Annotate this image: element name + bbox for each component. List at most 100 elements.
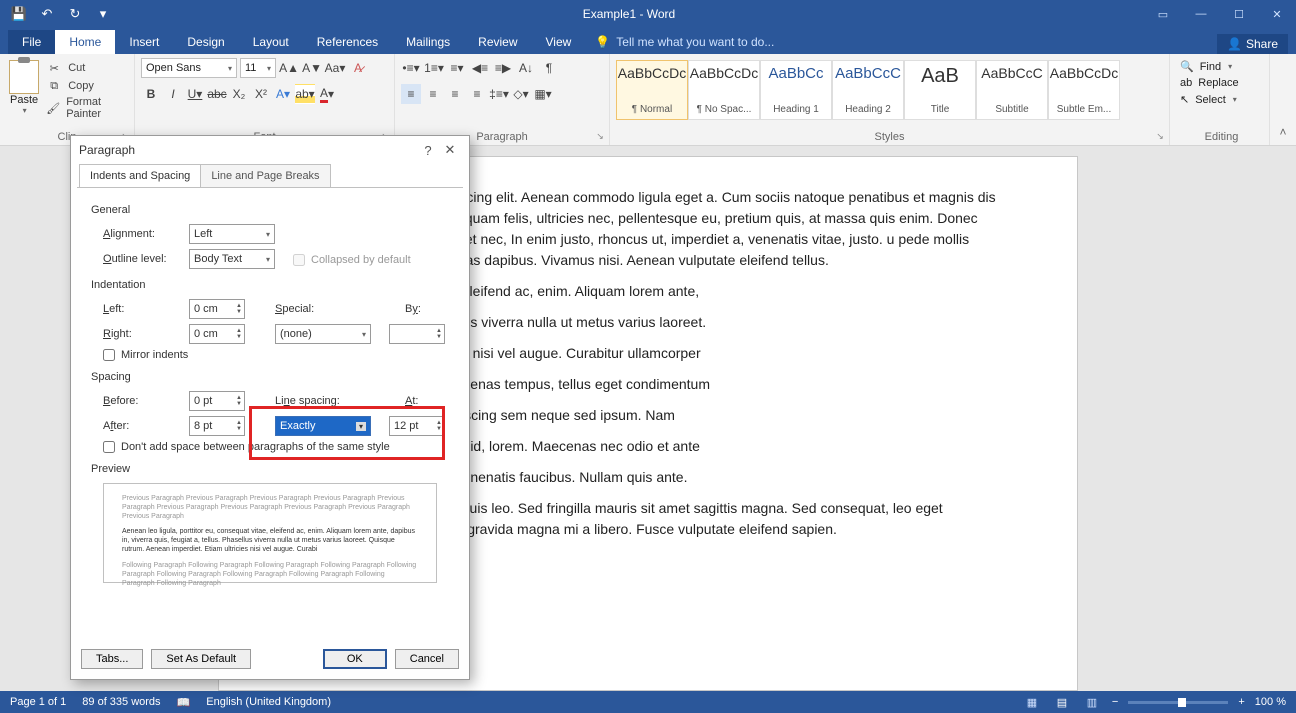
special-combo[interactable]: (none)▾ [275,324,371,344]
tab-mailings[interactable]: Mailings [392,30,464,54]
style-card[interactable]: AaBTitle [904,60,976,120]
superscript-button[interactable]: X² [251,84,271,104]
replace-button[interactable]: abReplace [1180,75,1263,91]
outline-combo[interactable]: Body Text▾ [189,249,275,269]
clear-formatting-icon[interactable]: A̷ [348,58,368,78]
ok-button[interactable]: OK [323,649,387,669]
tab-review[interactable]: Review [464,30,531,54]
bullets-icon[interactable]: •≡▾ [401,58,421,78]
line-spacing-icon[interactable]: ‡≡▾ [489,84,509,104]
tab-design[interactable]: Design [173,30,238,54]
font-size-combo[interactable]: 11▾ [240,58,276,78]
close-icon[interactable]: ✕ [1258,0,1296,28]
dialog-launcher-icon[interactable]: ↘ [1154,130,1166,142]
paste-button[interactable]: Paste ▾ [6,58,42,126]
increase-indent-icon[interactable]: ≡▶ [493,58,513,78]
show-marks-icon[interactable]: ¶ [539,58,559,78]
undo-icon[interactable]: ↶ [36,3,58,25]
language-indicator[interactable]: English (United Kingdom) [206,696,331,708]
after-value: 8 pt [194,420,212,432]
tell-me-search[interactable]: 💡 Tell me what you want to do... [585,30,784,54]
copy-button[interactable]: ⧉Copy [46,78,128,94]
borders-icon[interactable]: ▦▾ [533,84,553,104]
find-button[interactable]: 🔍Find▾ [1180,58,1263,75]
zoom-level[interactable]: 100 % [1255,696,1286,708]
word-count[interactable]: 89 of 335 words [82,696,160,708]
dialog-launcher-icon[interactable]: ↘ [594,130,606,142]
redo-icon[interactable]: ↻ [64,3,86,25]
style-card[interactable]: AaBbCcDcSubtle Em... [1048,60,1120,120]
indent-right-spinner[interactable]: 0 cm▲▼ [189,324,245,344]
web-layout-icon[interactable]: ▥ [1082,694,1102,710]
bold-button[interactable]: B [141,84,161,104]
sort-icon[interactable]: A↓ [516,58,536,78]
grow-font-icon[interactable]: A▲ [279,58,299,78]
tab-line-page-breaks[interactable]: Line and Page Breaks [200,164,330,188]
italic-button[interactable]: I [163,84,183,104]
maximize-icon[interactable]: ☐ [1220,0,1258,28]
zoom-in-icon[interactable]: + [1238,696,1244,708]
tab-home[interactable]: Home [55,30,115,54]
highlight-icon[interactable]: ab▾ [295,84,315,104]
tab-insert[interactable]: Insert [115,30,173,54]
tab-layout[interactable]: Layout [239,30,303,54]
format-painter-button[interactable]: 🖌Format Painter [46,96,128,120]
before-spinner[interactable]: 0 pt▲▼ [189,391,245,411]
align-left-icon[interactable]: ≡ [401,84,421,104]
set-default-button[interactable]: Set As Default [151,649,251,669]
align-right-icon[interactable]: ≡ [445,84,465,104]
close-icon[interactable]: ✕ [439,142,461,158]
at-spinner[interactable]: 12 pt▲▼ [389,416,445,436]
tab-view[interactable]: View [532,30,586,54]
help-icon[interactable]: ? [417,143,439,158]
shrink-font-icon[interactable]: A▼ [302,58,322,78]
style-card[interactable]: AaBbCcCHeading 2 [832,60,904,120]
tab-indents-spacing[interactable]: Indents and Spacing [79,164,201,188]
tabs-button[interactable]: Tabs... [81,649,143,669]
collapse-ribbon-icon[interactable]: ˄ [1270,54,1296,145]
style-card[interactable]: AaBbCcCSubtitle [976,60,1048,120]
page-indicator[interactable]: Page 1 of 1 [10,696,66,708]
alignment-combo[interactable]: Left▾ [189,224,275,244]
font-name-combo[interactable]: Open Sans▾ [141,58,237,78]
indent-left-spinner[interactable]: 0 cm▲▼ [189,299,245,319]
proofing-icon[interactable]: 📖 [177,696,191,709]
change-case-icon[interactable]: Aa▾ [325,58,345,78]
tab-references[interactable]: References [303,30,392,54]
font-color-icon[interactable]: A▾ [317,84,337,104]
strikethrough-button[interactable]: abc [207,84,227,104]
zoom-slider[interactable] [1128,701,1228,704]
by-spinner[interactable]: ▲▼ [389,324,445,344]
underline-button[interactable]: U▾ [185,84,205,104]
zoom-out-icon[interactable]: − [1112,696,1118,708]
at-value: 12 pt [394,420,418,432]
mirror-indents-checkbox[interactable] [103,349,115,361]
qat-customize-icon[interactable]: ▾ [92,3,114,25]
numbering-icon[interactable]: 1≡▾ [424,58,444,78]
tab-file[interactable]: File [8,30,55,54]
after-spinner[interactable]: 8 pt▲▼ [189,416,245,436]
minimize-icon[interactable]: — [1182,0,1220,28]
print-layout-icon[interactable]: ▤ [1052,694,1072,710]
style-card[interactable]: AaBbCcHeading 1 [760,60,832,120]
multilevel-icon[interactable]: ≡▾ [447,58,467,78]
save-icon[interactable]: 💾 [8,3,30,25]
share-button[interactable]: 👤 Share [1217,34,1288,54]
decrease-indent-icon[interactable]: ◀≡ [470,58,490,78]
read-mode-icon[interactable]: ▦ [1022,694,1042,710]
style-card[interactable]: AaBbCcDc¶ No Spac... [688,60,760,120]
select-button[interactable]: ↖Select▾ [1180,91,1263,108]
line-spacing-combo[interactable]: Exactly▾ [275,416,371,436]
cancel-button[interactable]: Cancel [395,649,459,669]
text-effects-icon[interactable]: A▾ [273,84,293,104]
shading-icon[interactable]: ◇▾ [511,84,531,104]
align-center-icon[interactable]: ≡ [423,84,443,104]
ribbon-display-icon[interactable]: ▭ [1144,0,1182,28]
subscript-button[interactable]: X₂ [229,84,249,104]
dont-add-space-checkbox[interactable] [103,441,115,453]
cut-button[interactable]: ✂Cut [46,60,128,76]
style-card[interactable]: AaBbCcDc¶ Normal [616,60,688,120]
alignment-value: Left [194,228,212,240]
alignment-label: Alignment: [103,228,183,240]
justify-icon[interactable]: ≡ [467,84,487,104]
